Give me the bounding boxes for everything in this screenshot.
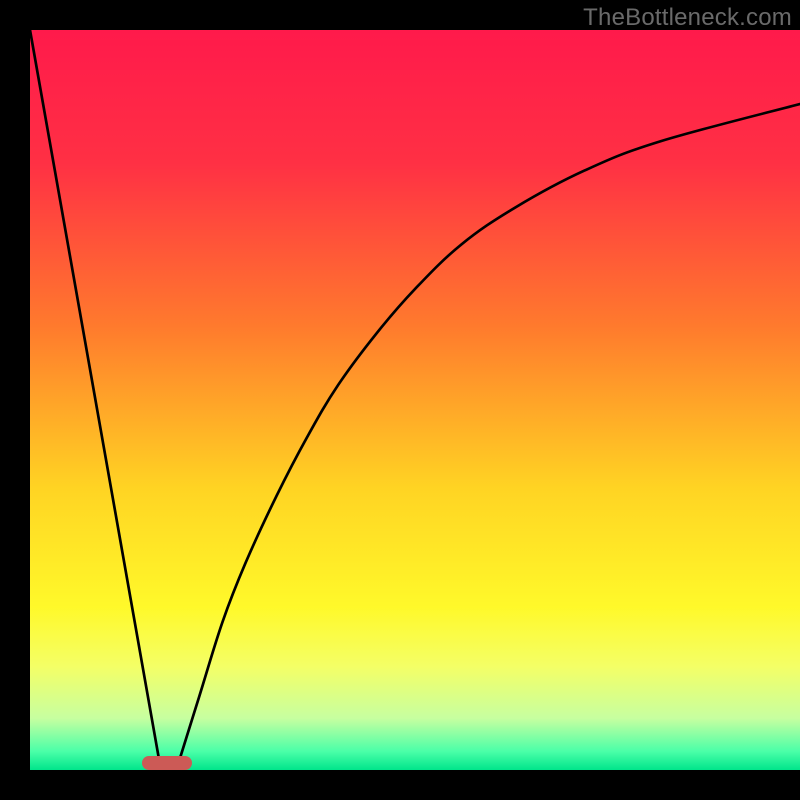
plot-area: [30, 30, 800, 770]
curve-right-branch: [176, 104, 800, 770]
chart-frame: TheBottleneck.com: [0, 0, 800, 800]
curve-left-branch: [30, 30, 161, 770]
watermark-text: TheBottleneck.com: [583, 4, 792, 32]
optimal-marker: [142, 756, 192, 770]
curves-layer: [30, 30, 800, 770]
